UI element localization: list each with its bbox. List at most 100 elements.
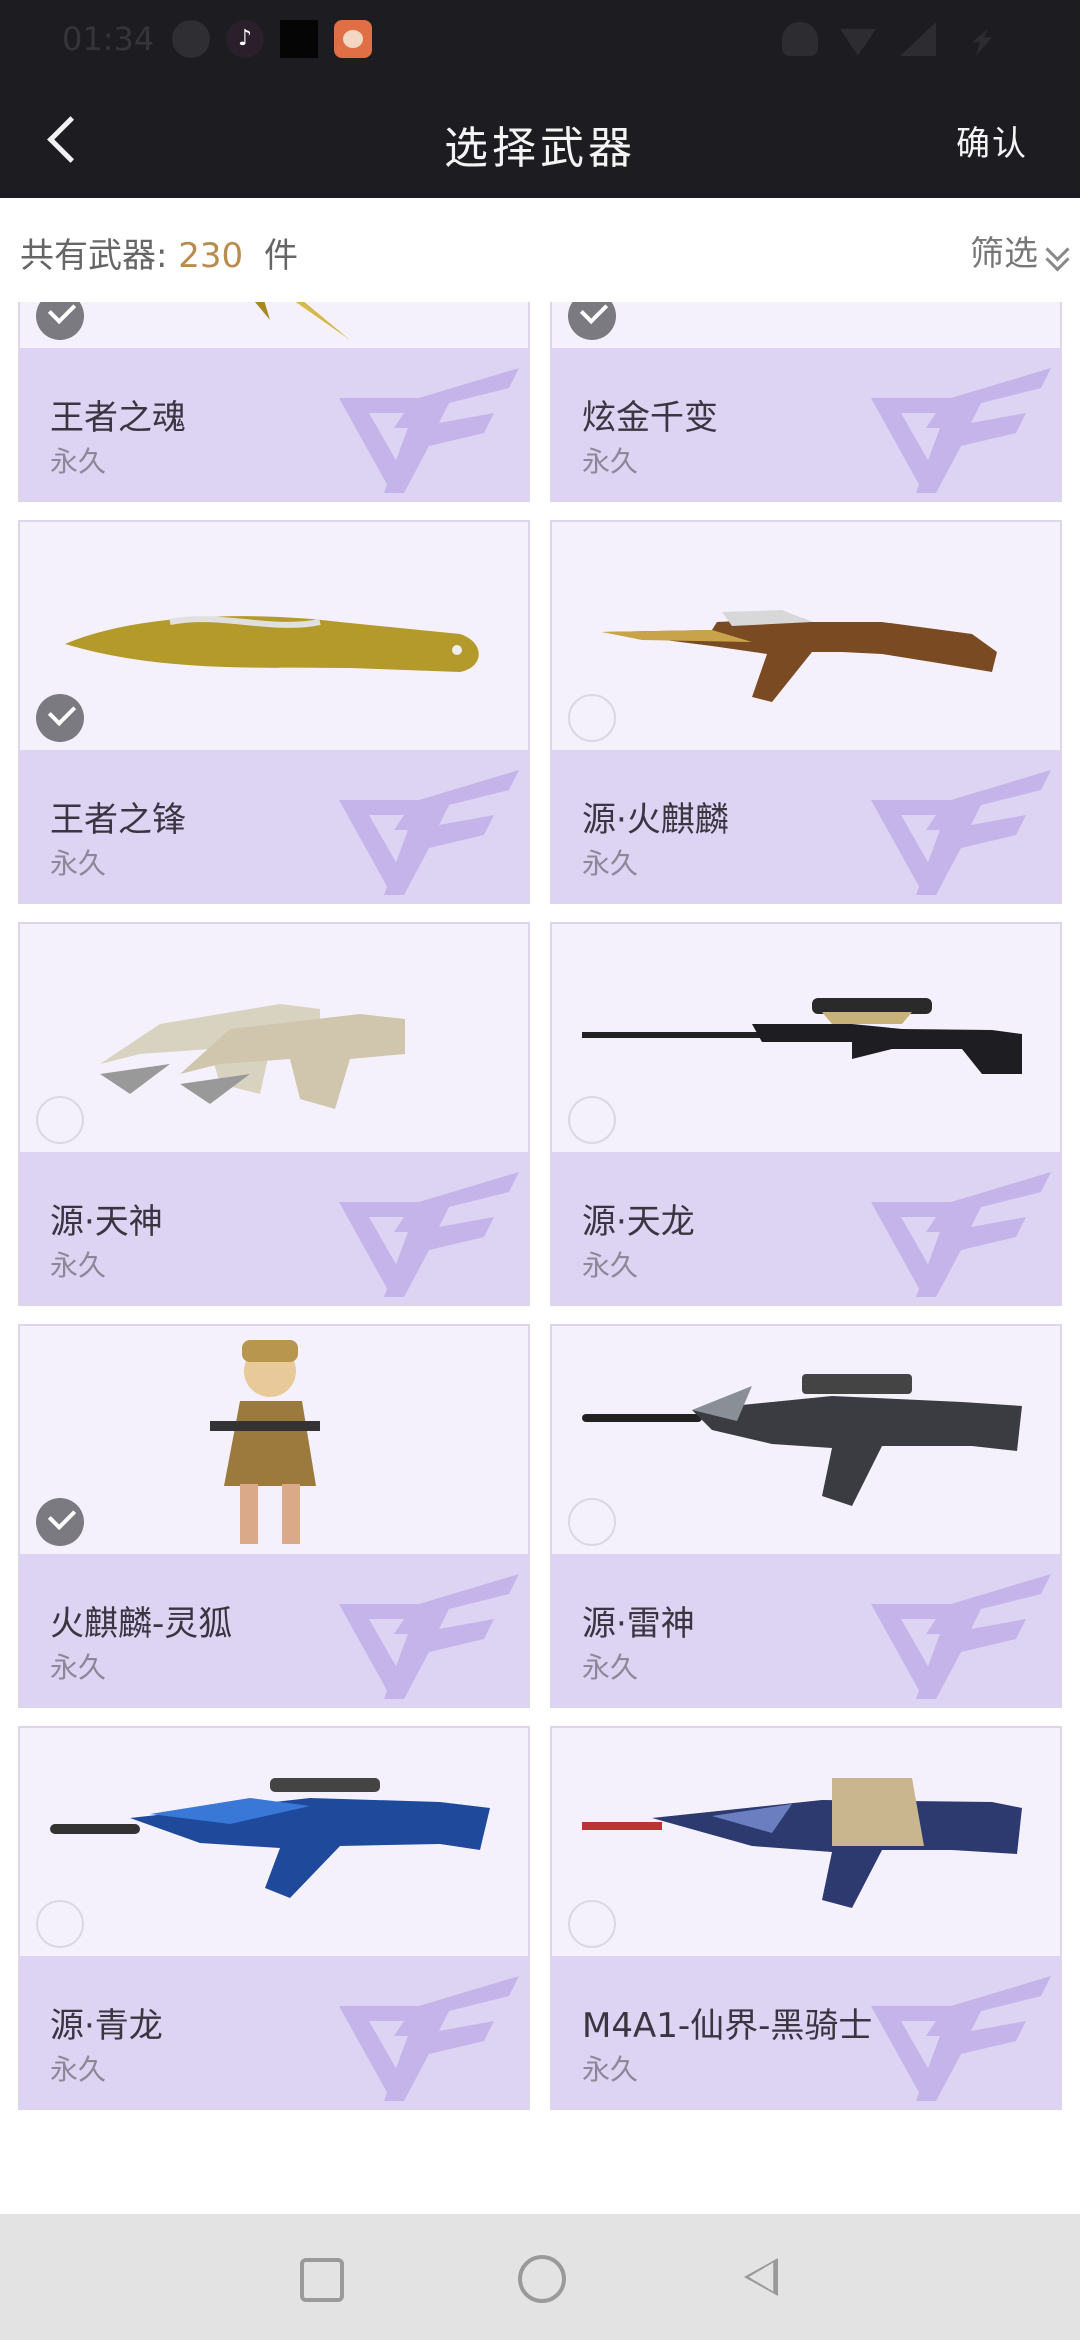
weapon-duration: 永久: [582, 2053, 639, 2086]
m4-rifle-icon: [582, 1374, 1022, 1506]
weapon-name: 源·青龙: [50, 2006, 163, 2046]
weapon-card[interactable]: 火麒麟-灵狐永久: [18, 1324, 530, 1708]
weapon-duration: 永久: [50, 2053, 107, 2086]
weapon-image: [20, 1728, 528, 1956]
weapon-duration: 永久: [50, 445, 107, 478]
cf-logo-watermark: [334, 760, 524, 900]
character-icon: [210, 1340, 320, 1544]
weapon-info: 源·青龙永久: [20, 1956, 528, 2108]
weapon-count-unit: 件: [264, 236, 298, 276]
dual-pistols-icon: [100, 1004, 405, 1109]
weapon-duration: 永久: [582, 445, 639, 478]
checked-circle-icon[interactable]: [36, 694, 84, 742]
weapon-name: 源·雷神: [582, 1604, 695, 1644]
weapon-card[interactable]: 王者之魂 永久: [18, 302, 530, 502]
cf-logo-watermark: [334, 1564, 524, 1704]
status-bar: 01:34 ♪: [0, 0, 1080, 80]
filter-label: 筛选: [970, 234, 1038, 274]
weapon-count-value: 230: [178, 236, 244, 276]
weapon-card[interactable]: 源·天龙永久: [550, 922, 1062, 1306]
golden-knife-icon: [65, 616, 479, 672]
weapon-info: 源·天神永久: [20, 1152, 528, 1304]
weapon-image: [552, 302, 1060, 348]
weapon-card[interactable]: 源·火麒麟永久: [550, 520, 1062, 904]
system-back-button[interactable]: [728, 2244, 794, 2310]
top-bar: 选择武器 确认: [0, 80, 1080, 198]
tiktok-icon: ♪: [226, 20, 264, 58]
filter-button[interactable]: 筛选: [970, 226, 1068, 275]
recent-apps-button[interactable]: [286, 2244, 352, 2310]
weapon-name: 源·天神: [50, 1202, 163, 1242]
shield-icon: [172, 20, 210, 58]
weapon-info: 炫金千变 永久: [552, 348, 1060, 500]
weapon-card[interactable]: 王者之锋 永久: [18, 520, 530, 904]
weapon-image: [20, 522, 528, 750]
cf-logo-watermark: [334, 1162, 524, 1302]
cf-logo-watermark: [866, 358, 1056, 498]
weapon-duration: 永久: [50, 1651, 107, 1684]
weapon-card[interactable]: 炫金千变 永久: [550, 302, 1062, 502]
unchecked-circle-icon[interactable]: [36, 1900, 84, 1948]
weapon-duration: 永久: [50, 1249, 107, 1282]
weapon-duration: 永久: [582, 1651, 639, 1684]
weapon-name: 王者之锋: [50, 800, 186, 840]
unchecked-circle-icon[interactable]: [568, 694, 616, 742]
signal-icon: [900, 22, 936, 56]
cf-logo-watermark: [866, 1564, 1056, 1704]
charging-icon: [972, 28, 992, 56]
weapon-image: [20, 1326, 528, 1554]
weapon-image: [20, 924, 528, 1152]
weapon-image: [552, 1326, 1060, 1554]
weapon-image: [552, 522, 1060, 750]
weapon-count: 共有武器: 230 件: [20, 228, 298, 277]
cf-logo-watermark: [866, 1966, 1056, 2106]
golden-pistol-icon: [255, 302, 350, 340]
weapon-image: [20, 302, 528, 348]
status-time: 01:34: [62, 20, 155, 58]
weapon-info: 王者之魂 永久: [20, 348, 528, 500]
summary-bar: 共有武器: 230 件 筛选: [0, 198, 1080, 302]
weapon-card[interactable]: 源·天神永久: [18, 922, 530, 1306]
unchecked-circle-icon[interactable]: [36, 1096, 84, 1144]
weapon-info: 源·天龙永久: [552, 1152, 1060, 1304]
system-nav-bar: [0, 2214, 1080, 2340]
unchecked-circle-icon[interactable]: [568, 1498, 616, 1546]
weapon-info: 火麒麟-灵狐永久: [20, 1554, 528, 1706]
cf-logo-watermark: [866, 1162, 1056, 1302]
weapon-image: [552, 924, 1060, 1152]
unchecked-circle-icon[interactable]: [568, 1096, 616, 1144]
weapon-info: M4A1-仙界-黑骑士永久: [552, 1956, 1060, 2108]
weapon-count-label: 共有武器:: [20, 236, 168, 276]
weapon-duration: 永久: [582, 1249, 639, 1282]
weapon-card[interactable]: 源·雷神永久: [550, 1324, 1062, 1708]
weapon-image: [552, 1728, 1060, 1956]
weapon-info: 源·火麒麟永久: [552, 750, 1060, 902]
weapon-card[interactable]: M4A1-仙界-黑骑士永久: [550, 1726, 1062, 2110]
weapon-name: 火麒麟-灵狐: [50, 1604, 233, 1644]
cf-logo-watermark: [866, 760, 1056, 900]
black-knight-rifle-icon: [582, 1778, 1022, 1908]
golden-rifle-icon: [552, 302, 1062, 348]
double-chevron-down-icon: [1046, 241, 1068, 271]
page-title: 选择武器: [444, 123, 636, 174]
weapon-name: 源·火麒麟: [582, 800, 729, 840]
weapon-name: 王者之魂: [50, 398, 186, 438]
sniper-rifle-icon: [582, 998, 1022, 1074]
weapon-name: 炫金千变: [582, 398, 718, 438]
app-avatar-icon: [334, 20, 372, 58]
confirm-button[interactable]: 确认: [956, 116, 1028, 165]
weapon-grid[interactable]: 王者之魂 永久 炫金千变 永久 王者之锋 永久 源·火麒麟 永久 源·天神 永久 源·天龙 永久 火麒麟…: [0, 302, 1080, 2214]
weapon-card[interactable]: 源·青龙永久: [18, 1726, 530, 2110]
weapon-duration: 永久: [582, 847, 639, 880]
home-button[interactable]: [507, 2244, 573, 2310]
unchecked-circle-icon[interactable]: [568, 1900, 616, 1948]
checked-circle-icon[interactable]: [36, 1498, 84, 1546]
app-square-icon: [280, 20, 318, 58]
weapon-name: 源·天龙: [582, 1202, 695, 1242]
back-button[interactable]: [30, 106, 96, 172]
weapon-info: 王者之锋 永久: [20, 750, 528, 902]
mute-bell-icon: [782, 22, 818, 56]
cf-logo-watermark: [334, 358, 524, 498]
weapon-name: M4A1-仙界-黑骑士: [582, 2006, 873, 2046]
weapon-duration: 永久: [50, 847, 107, 880]
